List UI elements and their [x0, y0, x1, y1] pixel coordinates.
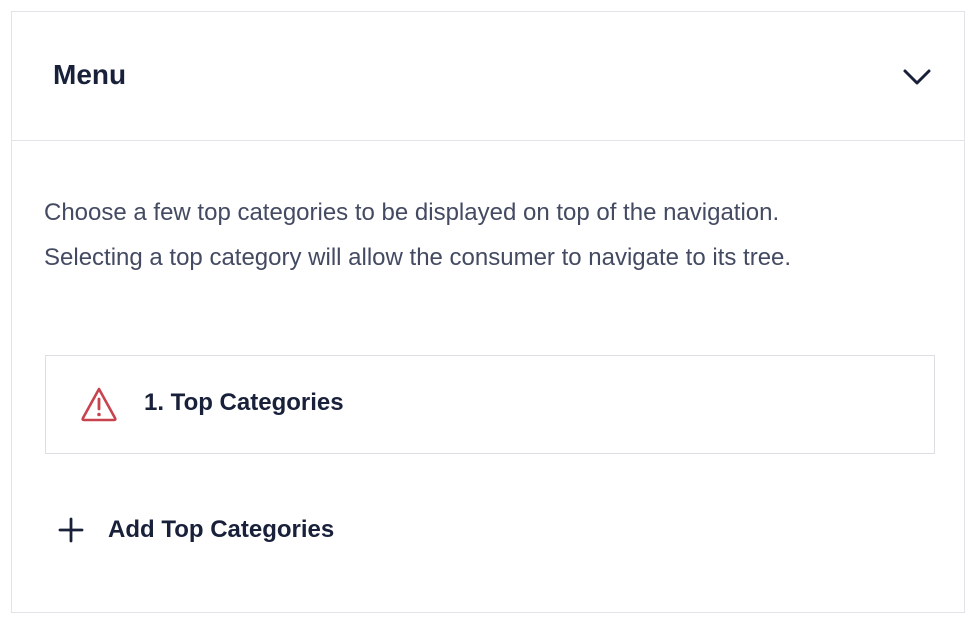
description-line-1: Choose a few top categories to be displa…	[44, 199, 780, 226]
top-category-label: 1. Top Categories	[144, 389, 344, 416]
add-top-categories-label: Add Top Categories	[108, 516, 335, 543]
menu-description: Choose a few top categories to be displa…	[44, 190, 944, 280]
menu-title: Menu	[53, 59, 127, 90]
menu-panel: Menu Choose a few top categories to be d…	[11, 11, 965, 613]
warning-triangle-icon	[80, 386, 118, 422]
chevron-down-icon[interactable]	[902, 64, 932, 90]
add-top-categories-button[interactable]: Add Top Categories	[56, 510, 334, 550]
description-line-2: Selecting a top category will allow the …	[44, 244, 792, 271]
top-category-item[interactable]: 1. Top Categories	[45, 355, 935, 454]
menu-header[interactable]: Menu	[12, 12, 964, 141]
plus-icon	[56, 515, 86, 545]
